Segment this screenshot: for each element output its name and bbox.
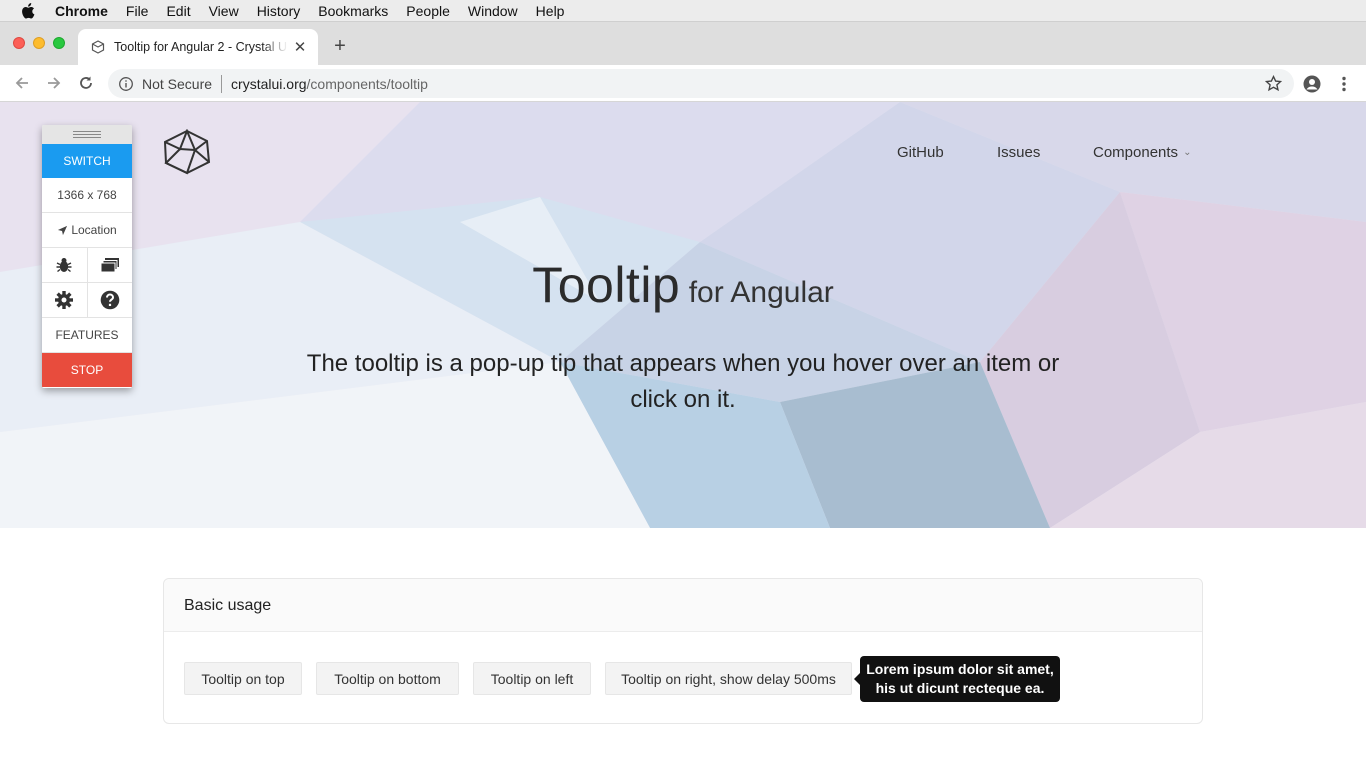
card-title: Basic usage <box>164 579 1202 632</box>
tooltip-text-line-1: Lorem ipsum dolor sit amet, <box>866 661 1054 677</box>
menu-people[interactable]: People <box>397 3 459 19</box>
tab-close-icon[interactable]: ✕ <box>292 39 308 56</box>
menu-history[interactable]: History <box>248 3 310 19</box>
widget-tools-row-2 <box>42 283 132 318</box>
tooltip-popup: Lorem ipsum dolor sit amet, his ut dicun… <box>854 656 1060 702</box>
reload-icon[interactable] <box>76 73 96 93</box>
hero-section: GitHub Issues Components ⌄ Tooltip for A… <box>0 102 1366 528</box>
tooltip-text-line-2: his ut dicunt recteque ea. <box>875 680 1045 696</box>
screenshots-stack-icon[interactable] <box>88 248 133 282</box>
more-menu-icon[interactable] <box>1334 74 1354 94</box>
menu-help[interactable]: Help <box>527 3 574 19</box>
address-bar[interactable]: Not Secure crystalui.org/components/tool… <box>108 69 1294 98</box>
bookmark-star-icon[interactable] <box>1265 75 1282 92</box>
window-minimize-button[interactable] <box>33 37 45 49</box>
chevron-down-icon: ⌄ <box>1183 147 1192 158</box>
help-question-icon[interactable] <box>88 283 133 317</box>
tooltip-top-button[interactable]: Tooltip on top <box>184 662 302 695</box>
debug-bug-icon[interactable] <box>42 248 88 282</box>
page-title: Tooltip for Angular <box>0 256 1366 314</box>
new-tab-button[interactable]: + <box>330 36 350 56</box>
resolution-switcher-widget: SWITCH 1366 x 768 Location FEATURES STOP <box>42 125 132 388</box>
location-arrow-icon <box>58 225 68 235</box>
tooltip-left-button[interactable]: Tooltip on left <box>473 662 591 695</box>
browser-tab-active[interactable]: Tooltip for Angular 2 - Crystal UI ✕ <box>78 29 318 65</box>
nav-components-label: Components <box>1093 144 1179 161</box>
menu-app-name[interactable]: Chrome <box>55 3 117 19</box>
window-close-button[interactable] <box>13 37 25 49</box>
tab-strip: Tooltip for Angular 2 - Crystal UI ✕ + <box>0 22 1366 65</box>
crystal-ui-logo[interactable] <box>162 128 212 175</box>
security-status[interactable]: Not Secure <box>142 76 212 92</box>
back-arrow-icon[interactable] <box>12 73 32 93</box>
url-host: crystalui.org <box>231 75 307 92</box>
page-title-main: Tooltip <box>532 257 681 313</box>
location-button[interactable]: Location <box>42 213 132 248</box>
profile-avatar-icon[interactable] <box>1302 74 1322 94</box>
nav-components-dropdown[interactable]: Components ⌄ <box>1093 144 1191 161</box>
settings-gear-icon[interactable] <box>42 283 88 317</box>
menu-file[interactable]: File <box>117 3 158 19</box>
page-description: The tooltip is a pop-up tip that appears… <box>306 350 1060 413</box>
switch-button[interactable]: SWITCH <box>42 144 132 178</box>
tooltip-bottom-button[interactable]: Tooltip on bottom <box>316 662 459 695</box>
widget-drag-handle[interactable] <box>42 125 132 144</box>
stop-button[interactable]: STOP <box>42 353 132 387</box>
tooltip-arrow <box>854 673 860 685</box>
tab-title: Tooltip for Angular 2 - Crystal UI <box>114 40 288 54</box>
info-icon[interactable] <box>118 76 134 92</box>
menu-edit[interactable]: Edit <box>157 3 199 19</box>
forward-arrow-icon[interactable] <box>44 73 64 93</box>
apple-menu-icon[interactable] <box>0 2 55 19</box>
nav-github-link[interactable]: GitHub <box>897 144 944 161</box>
page-title-sub: for Angular <box>688 276 834 309</box>
window-zoom-button[interactable] <box>53 37 65 49</box>
browser-toolbar: Not Secure crystalui.org/components/tool… <box>0 65 1366 102</box>
macos-menu-bar: Chrome File Edit View History Bookmarks … <box>0 0 1366 22</box>
basic-usage-card: Basic usage Tooltip on top Tooltip on bo… <box>163 578 1203 724</box>
resolution-display[interactable]: 1366 x 768 <box>42 178 132 213</box>
nav-issues-link[interactable]: Issues <box>997 144 1040 161</box>
site-favicon-icon <box>90 39 106 55</box>
menu-view[interactable]: View <box>200 3 248 19</box>
url-path: /components/tooltip <box>306 75 428 92</box>
tooltip-right-button[interactable]: Tooltip on right, show delay 500ms <box>605 662 852 695</box>
omnibox-divider <box>221 74 223 93</box>
features-button[interactable]: FEATURES <box>42 318 132 353</box>
location-label: Location <box>71 223 117 237</box>
widget-tools-row-1 <box>42 248 132 283</box>
menu-window[interactable]: Window <box>459 3 527 19</box>
menu-bookmarks[interactable]: Bookmarks <box>309 3 397 19</box>
